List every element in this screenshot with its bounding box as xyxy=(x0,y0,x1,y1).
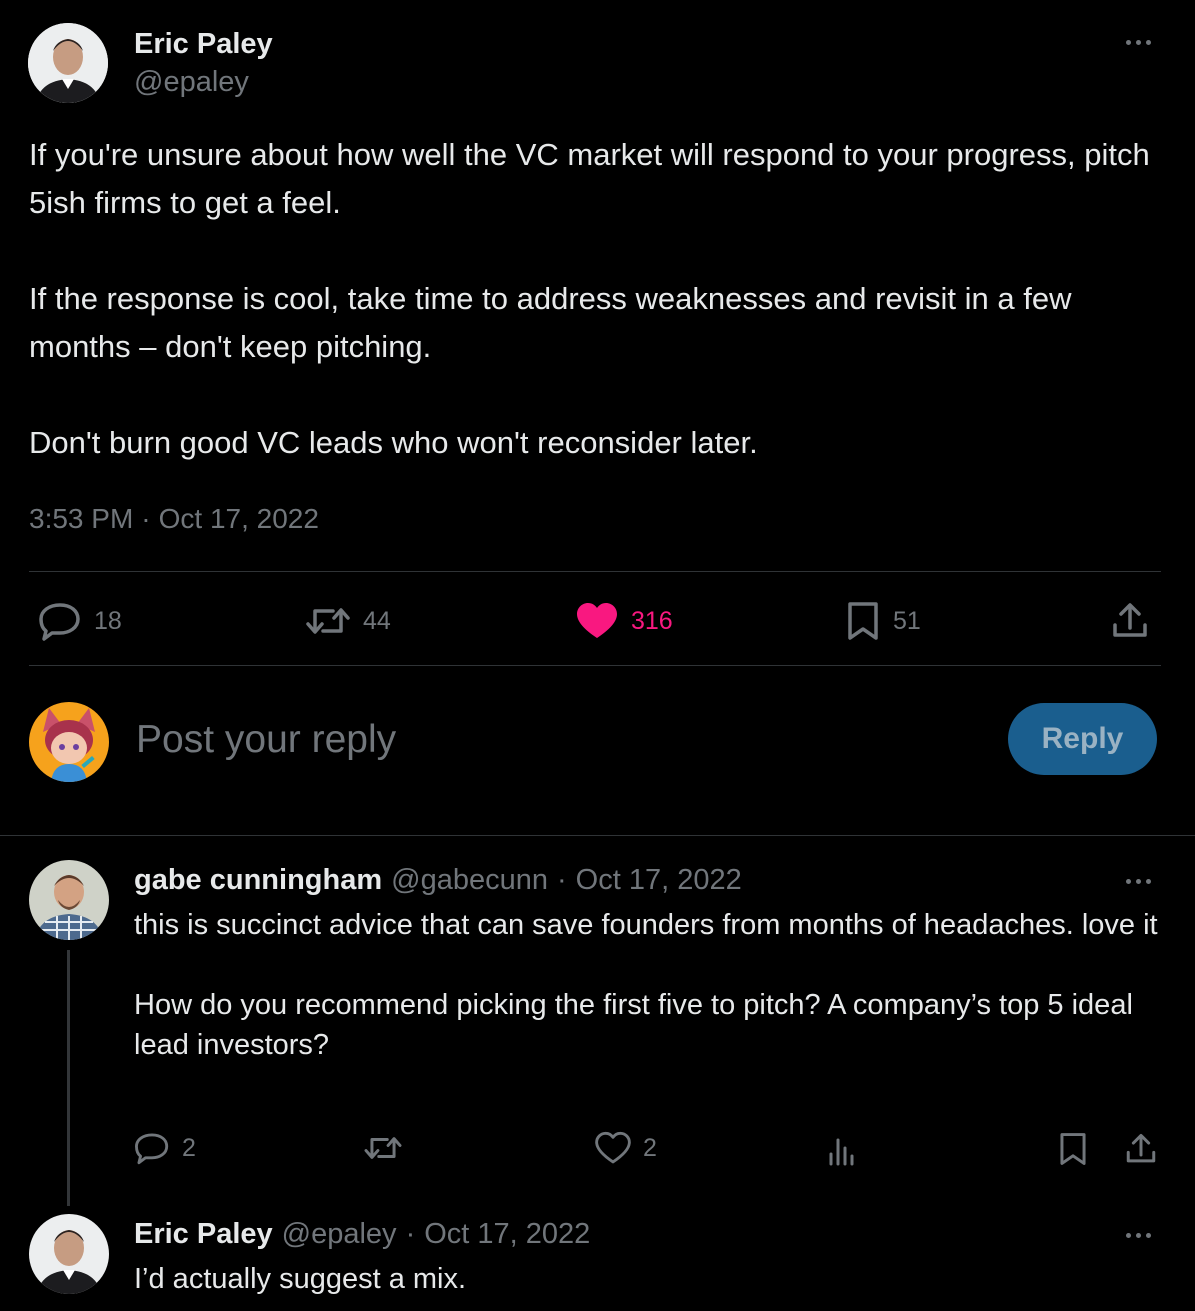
repost-icon xyxy=(306,608,350,634)
like-count: 316 xyxy=(631,606,673,635)
more-icon[interactable] xyxy=(1126,1233,1151,1238)
reply-action[interactable]: 18 xyxy=(38,601,122,641)
reply-share-action[interactable] xyxy=(1124,1132,1158,1171)
bookmark-icon xyxy=(848,602,878,640)
author-name[interactable]: Eric Paley xyxy=(134,28,273,61)
like-icon xyxy=(595,1131,631,1164)
repost-icon xyxy=(364,1137,402,1159)
like-action[interactable]: 316 xyxy=(575,601,673,641)
reply-repost-action[interactable] xyxy=(363,1131,403,1170)
more-icon[interactable] xyxy=(1126,879,1151,884)
reply-text: this is succinct advice that can save fo… xyxy=(134,909,1158,1061)
views-icon xyxy=(829,1138,854,1166)
user-avatar[interactable] xyxy=(29,702,109,782)
reply-count: 18 xyxy=(94,606,122,635)
reply-views-action[interactable] xyxy=(828,1134,858,1171)
bookmark-icon xyxy=(1060,1133,1086,1165)
tweet-text: If you're unsure about how well the VC m… xyxy=(29,137,1150,460)
reply-header: Eric Paley @epaley · Oct 17, 2022 xyxy=(134,1218,590,1251)
repost-count: 44 xyxy=(363,606,391,635)
reply-like-action[interactable]: 2 xyxy=(595,1131,657,1165)
reply-avatar[interactable] xyxy=(29,860,109,940)
reply-text: I’d actually suggest a mix. xyxy=(134,1263,467,1295)
reply-bookmark-action[interactable] xyxy=(1057,1132,1089,1171)
more-icon[interactable] xyxy=(1126,40,1151,45)
bookmark-action[interactable]: 51 xyxy=(845,601,921,641)
tweet-time: 3:53 PM xyxy=(29,503,134,534)
share-action[interactable] xyxy=(1110,601,1150,646)
reply-separator: · xyxy=(405,1218,416,1250)
reply-date[interactable]: Oct 17, 2022 xyxy=(424,1218,590,1251)
reply-input[interactable] xyxy=(136,712,936,768)
reply-icon xyxy=(39,603,80,641)
reply-like-count: 2 xyxy=(643,1133,657,1162)
reply-author-handle[interactable]: @gabecunn xyxy=(391,864,548,897)
like-icon xyxy=(577,603,617,638)
reply-separator: · xyxy=(556,864,567,896)
reply-date[interactable]: Oct 17, 2022 xyxy=(576,864,742,897)
reply-reply-count: 2 xyxy=(182,1133,196,1162)
reply-header: gabe cunningham @gabecunn · Oct 17, 2022 xyxy=(134,864,742,897)
reply-button[interactable]: Reply xyxy=(1008,703,1157,775)
reply-author-name[interactable]: Eric Paley xyxy=(134,1218,273,1251)
tweet-timestamp[interactable]: 3:53 PM · Oct 17, 2022 xyxy=(29,503,319,535)
share-icon xyxy=(1113,603,1147,637)
divider-bottom xyxy=(29,665,1161,666)
repost-action[interactable]: 44 xyxy=(305,601,391,641)
author-avatar[interactable] xyxy=(28,23,108,103)
author-handle[interactable]: @epaley xyxy=(134,66,249,99)
reply-icon xyxy=(135,1133,169,1165)
reply-avatar[interactable] xyxy=(29,1214,109,1294)
bookmark-count: 51 xyxy=(893,606,921,635)
thread-line xyxy=(67,950,70,1206)
timestamp-separator: · xyxy=(141,503,151,534)
tweet-date: Oct 17, 2022 xyxy=(158,503,319,534)
reply-author-name[interactable]: gabe cunningham xyxy=(134,864,382,897)
divider-top xyxy=(29,571,1161,572)
share-icon xyxy=(1126,1133,1156,1163)
reply-author-handle[interactable]: @epaley xyxy=(282,1218,397,1251)
section-divider xyxy=(0,835,1195,836)
reply-reply-action[interactable]: 2 xyxy=(134,1131,196,1165)
